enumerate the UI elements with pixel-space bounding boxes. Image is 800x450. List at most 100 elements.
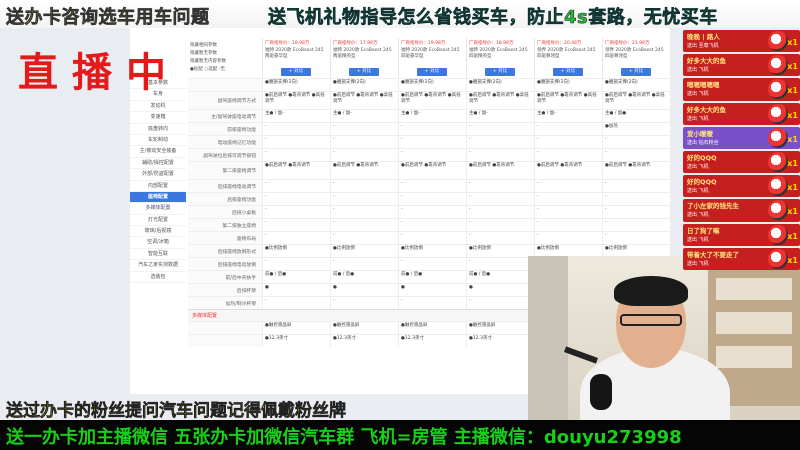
gift-notification: 日了狗了嘛 送出 飞机 x1 [683, 223, 800, 246]
table-cell: - [534, 206, 602, 218]
compare-button[interactable]: + 对比 [417, 68, 447, 76]
car-name[interactable]: 福特 2020款 EcoBoost 245 四驱精英型 [469, 48, 532, 60]
table-cell: - [262, 180, 330, 192]
gift-notification: 好的QQQ 送出 飞机 x1 [683, 150, 800, 174]
table-cell: - [262, 149, 330, 161]
sidebar-item[interactable]: 灯光配置 [130, 215, 186, 227]
gift-count: x1 [787, 62, 798, 72]
streamer-glasses [620, 314, 682, 326]
car-column-header: 厂商指导价：17.98万福特 2020款 EcoBoost 245 两驱精英型 +… [330, 38, 398, 78]
car-name[interactable]: 福特 2020款 EcoBoost 245 两驱精英型 [333, 48, 396, 60]
table-cell: - [330, 232, 398, 244]
table-row: 后排小桌板 - - - - - - [188, 205, 670, 218]
table-cell: ●触控液晶屏 [398, 322, 466, 334]
sidebar-item[interactable]: 变速箱 [130, 112, 186, 124]
table-cell: - [330, 206, 398, 218]
table-row: 主/副驾驶座电动调节 主● / 副- 主● / 副- 主● / 副- 主● / 副- 主●… [188, 109, 670, 122]
table-row: 座椅布局 - - - - - - [188, 231, 670, 244]
table-cell: ●前后调节 ●靠背调节 [262, 162, 330, 179]
compare-button[interactable]: + 对比 [349, 68, 379, 76]
table-cell: ●加热 [602, 123, 670, 135]
compare-button[interactable]: + 对比 [281, 68, 311, 76]
bottom-banner-2-text: 送一办卡加主播微信 五张办卡加微信汽车群 飞机=房管 主播微信：douyu273… [6, 427, 682, 448]
row-label: 加热/制冷杯架 [188, 297, 262, 309]
table-cell: ●腰部支撑(2向) [262, 79, 330, 91]
car-price: 厂商指导价：19.98万 [401, 41, 446, 46]
sidebar-item[interactable]: 汽车之家实测数据 [130, 260, 186, 272]
gift-icon [768, 248, 788, 269]
sidebar-item[interactable]: 玻璃/后视镜 [130, 226, 186, 238]
table-cell: ●比例放倒 [466, 245, 534, 257]
table-cell: 主● / 副● [602, 110, 670, 122]
sidebar-item[interactable]: 内部配置 [130, 181, 186, 192]
gift-sender: 晚晚 | 路人 [687, 33, 720, 41]
gift-notification: 好的QQQ 送出 飞机 x1 [683, 175, 800, 198]
table-cell: ●12.3英寸 [262, 335, 330, 347]
table-cell: - [262, 206, 330, 218]
sidebar-item[interactable]: 选装包 [130, 272, 186, 284]
sidebar-item[interactable]: 车轮制动 [130, 135, 186, 147]
table-cell: ●触控液晶屏 [330, 322, 398, 334]
row-label: 后排座椅电动调节 [188, 180, 262, 192]
gift-count: x1 [787, 38, 798, 47]
sidebar-item[interactable]: 发动机 [130, 101, 186, 113]
table-cell: ●前后调节 ●靠背调节 ●高低调节 [602, 92, 670, 109]
gift-description: 送出 飞机 [687, 91, 709, 98]
table-cell: ●腰部支撑(2向) [602, 79, 670, 91]
display-option[interactable]: 隐藏暂无内容参数 [190, 58, 260, 66]
gift-sender: 了小左家的钱先生 [687, 202, 739, 211]
sidebar-item[interactable]: 外部/防盗配置 [130, 169, 186, 181]
sidebar-item[interactable]: 座椅配置 [130, 191, 186, 204]
gift-sender: 嗯嗯嗯嗯嗯 [687, 81, 720, 90]
sidebar-item[interactable]: 多媒体配置 [130, 203, 186, 215]
sidebar-item[interactable]: 空调/冰箱 [130, 237, 186, 249]
sidebar-item[interactable]: 智能互联 [130, 249, 186, 261]
table-cell: - [466, 193, 534, 205]
sidebar-item[interactable]: 主/被动安全装备 [130, 146, 186, 158]
table-cell: ●比例放倒 [398, 245, 466, 257]
car-name[interactable]: 领界 2020款 EcoBoost 245 四驱尊领型 [537, 48, 600, 60]
table-row: 副驾座椅调节方式 ●前后调节 ●靠背调节 ●高低调节 ●前后调节 ●靠背调节 ●高低… [188, 91, 670, 109]
car-column-header: 厂商指导价：18.98万 福特 2020款 EcoBoost 245 四驱精英型 +… [466, 38, 534, 78]
table-cell: ●腰部支撑(2向) [398, 79, 466, 91]
table-cell: ●腰部支撑(2向) [466, 79, 534, 91]
row-label: 后排杯架 [188, 284, 262, 296]
gift-description: 送出 飞机 [687, 163, 709, 170]
car-name[interactable]: 领界 2020款 EcoBoost 245 四驱尊领型 [605, 48, 668, 60]
display-option[interactable]: 隐藏相同参数 [190, 42, 260, 50]
table-cell: - [262, 193, 330, 205]
table-cell: ●前后调节 ●靠背调节 [534, 162, 602, 179]
gift-notification: 晚晚 | 路人 送出 至尊飞机 x1 [683, 30, 800, 53]
table-cell: - [602, 136, 670, 148]
table-cell: ● [398, 284, 466, 296]
gift-icon [768, 151, 788, 172]
table-cell: - [398, 258, 466, 270]
car-column-header: 厂商指导价：20.48万 领界 2020款 EcoBoost 245 四驱尊领型 +… [534, 38, 602, 78]
display-option[interactable]: 隐藏暂无参数 [190, 50, 260, 58]
gift-count: x1 [787, 255, 798, 265]
compare-button[interactable]: + 对比 [621, 68, 651, 76]
car-name[interactable]: 福特 2020款 EcoBoost 245 两驱豪华型 [265, 48, 328, 60]
display-option[interactable]: ●标配 ○选配 -无 [190, 66, 260, 74]
table-cell: ●前后调节 ●靠背调节 [602, 162, 670, 179]
table-cell: ●比例放倒 [330, 245, 398, 257]
table-cell: 前● / 后● [466, 271, 534, 283]
compare-button[interactable]: + 对比 [553, 68, 583, 76]
car-price: 厂商指导价：17.98万 [333, 41, 378, 46]
sidebar-item[interactable]: 底盘转向 [130, 124, 186, 135]
gift-description: 送出 飞机 [687, 212, 709, 219]
table-cell: - [466, 123, 534, 135]
table-cell: ● [262, 284, 330, 296]
top-banner-left-text: 送办卡咨询选车用车问题 [6, 7, 210, 29]
table-cell: - [602, 232, 670, 244]
row-label: 前/后中央扶手 [188, 271, 262, 283]
config-sidebar: 基本参数 车身 发动机 变速箱 底盘转向 车轮制动 主/被动安全装备 辅助/操控配置 外部/防盗… [130, 78, 186, 284]
table-cell: - [466, 136, 534, 148]
table-cell: ●前后调节 ●靠背调节 ●高低调节 [330, 92, 398, 109]
compare-button[interactable]: + 对比 [485, 68, 515, 76]
car-name[interactable]: 福特 2020款 EcoBoost 245 四驱豪华型 [401, 48, 464, 60]
table-cell: - [466, 258, 534, 270]
sidebar-item[interactable]: 辅助/操控配置 [130, 158, 186, 170]
table-cell: ●腰部支撑(2向) [534, 79, 602, 91]
gift-description: 送出 飞机 [687, 188, 709, 195]
